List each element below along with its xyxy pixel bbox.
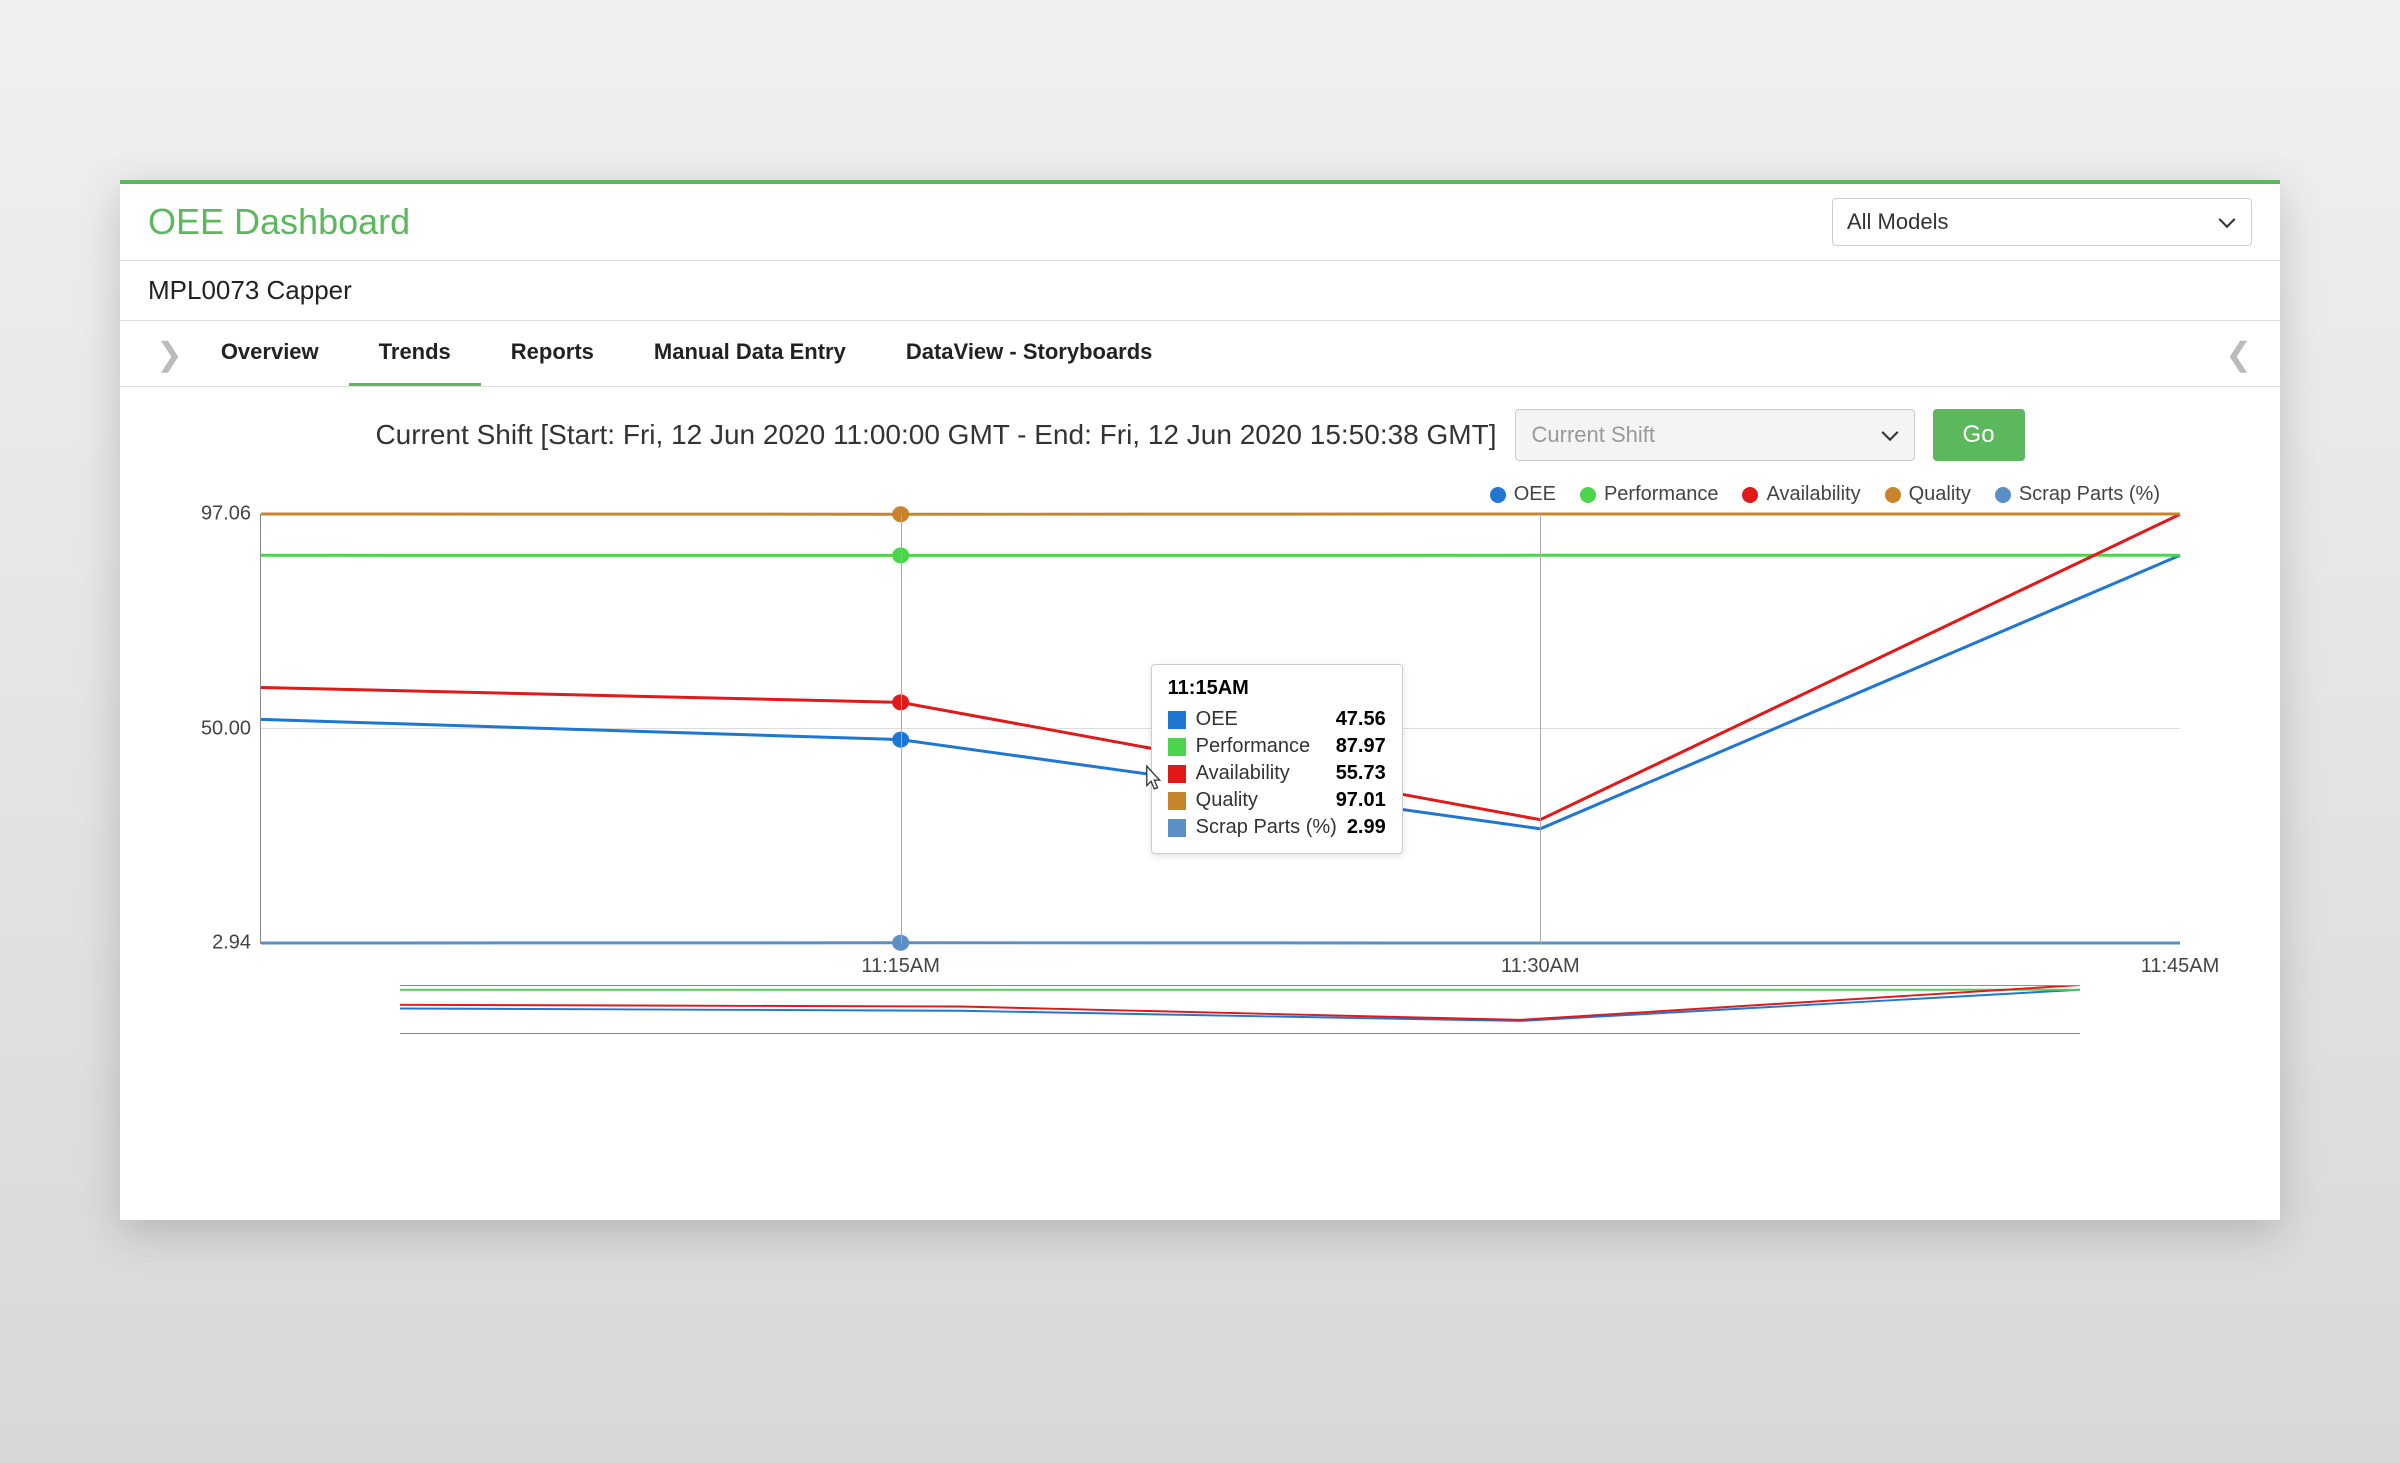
tooltip-color-icon (1168, 819, 1186, 837)
tab-scroll-right-icon[interactable]: ❮ (2217, 335, 2260, 373)
legend-dot-icon (1885, 487, 1901, 503)
chart-hover-line (901, 514, 902, 943)
machine-name: MPL0073 Capper (120, 261, 2280, 321)
legend-dot-icon (1490, 487, 1506, 503)
tooltip-label: Scrap Parts (%) (1196, 816, 1337, 839)
legend-item-oee[interactable]: OEE (1490, 483, 1556, 506)
legend-label: OEE (1514, 483, 1556, 506)
legend-dot-icon (1580, 487, 1596, 503)
x-tick: 11:30AM (1501, 943, 1580, 978)
go-button[interactable]: Go (1933, 409, 2025, 461)
legend-label: Performance (1604, 483, 1719, 506)
shift-controls: Current Shift [Start: Fri, 12 Jun 2020 1… (120, 387, 2280, 483)
tooltip-color-icon (1168, 765, 1186, 783)
shift-select[interactable]: Current Shift (1515, 409, 1915, 461)
legend-dot-icon (1995, 487, 2011, 503)
legend-label: Scrap Parts (%) (2019, 483, 2160, 506)
chart-minimap[interactable] (400, 984, 2080, 1034)
legend-dot-icon (1742, 487, 1758, 503)
chart-legend: OEE Performance Availability Quality Scrap P… (120, 483, 2280, 514)
tooltip-row: Performance 87.97 (1168, 733, 1386, 760)
tab-manual-data-entry[interactable]: Manual Data Entry (624, 321, 876, 386)
tooltip-value: 2.99 (1347, 816, 1386, 839)
tooltip-value: 47.56 (1336, 708, 1386, 731)
legend-label: Availability (1766, 483, 1860, 506)
tooltip-value: 97.01 (1336, 789, 1386, 812)
chart-hover-line-2 (1540, 514, 1541, 943)
legend-item-performance[interactable]: Performance (1580, 483, 1719, 506)
tooltip-color-icon (1168, 711, 1186, 729)
legend-item-quality[interactable]: Quality (1885, 483, 1971, 506)
tooltip-color-icon (1168, 738, 1186, 756)
minimap-lines (400, 985, 2080, 1034)
tab-overview[interactable]: Overview (191, 321, 349, 386)
tab-reports[interactable]: Reports (481, 321, 624, 386)
page-title: OEE Dashboard (148, 201, 410, 243)
legend-item-scrap-parts-[interactable]: Scrap Parts (%) (1995, 483, 2160, 506)
tooltip-label: OEE (1196, 708, 1326, 731)
header-row: OEE Dashboard All Models (120, 184, 2280, 261)
tooltip-label: Quality (1196, 789, 1326, 812)
y-tick: 2.94 (212, 932, 261, 955)
tab-bar: ❯ OverviewTrendsReportsManual Data Entry… (120, 321, 2280, 387)
tooltip-label: Availability (1196, 762, 1326, 785)
tooltip-value: 87.97 (1336, 735, 1386, 758)
x-tick: 11:15AM (861, 943, 940, 978)
tooltip-row: OEE 47.56 (1168, 706, 1386, 733)
tooltip-row: Scrap Parts (%) 2.99 (1168, 814, 1386, 841)
tooltip-color-icon (1168, 792, 1186, 810)
model-select-value: All Models (1847, 209, 1948, 234)
legend-item-availability[interactable]: Availability (1742, 483, 1860, 506)
tooltip-row: Availability 55.73 (1168, 760, 1386, 787)
x-tick: 11:45AM (2141, 943, 2220, 978)
shift-range-text: Current Shift [Start: Fri, 12 Jun 2020 1… (375, 419, 1496, 451)
y-tick: 50.00 (201, 717, 261, 740)
chart-plot[interactable]: 11:15AM OEE47.56Performance87.97Availabi… (260, 514, 2180, 944)
chart-tooltip: 11:15AM OEE47.56Performance87.97Availabi… (1151, 664, 1403, 854)
tooltip-time: 11:15AM (1168, 677, 1386, 700)
shift-select-placeholder: Current Shift (1532, 422, 1656, 447)
dashboard-card: OEE Dashboard All Models MPL0073 Capper … (120, 180, 2280, 1220)
tooltip-value: 55.73 (1336, 762, 1386, 785)
chart-area[interactable]: 11:15AM OEE47.56Performance87.97Availabi… (120, 514, 2280, 1034)
tooltip-label: Performance (1196, 735, 1326, 758)
y-tick: 97.06 (201, 503, 261, 526)
legend-label: Quality (1909, 483, 1971, 506)
tooltip-row: Quality 97.01 (1168, 787, 1386, 814)
tab-trends[interactable]: Trends (349, 321, 481, 386)
tab-dataview-storyboards[interactable]: DataView - Storyboards (876, 321, 1183, 386)
cursor-icon (1139, 764, 1161, 792)
tab-scroll-left-icon[interactable]: ❯ (148, 335, 191, 373)
model-select[interactable]: All Models (1832, 198, 2252, 246)
